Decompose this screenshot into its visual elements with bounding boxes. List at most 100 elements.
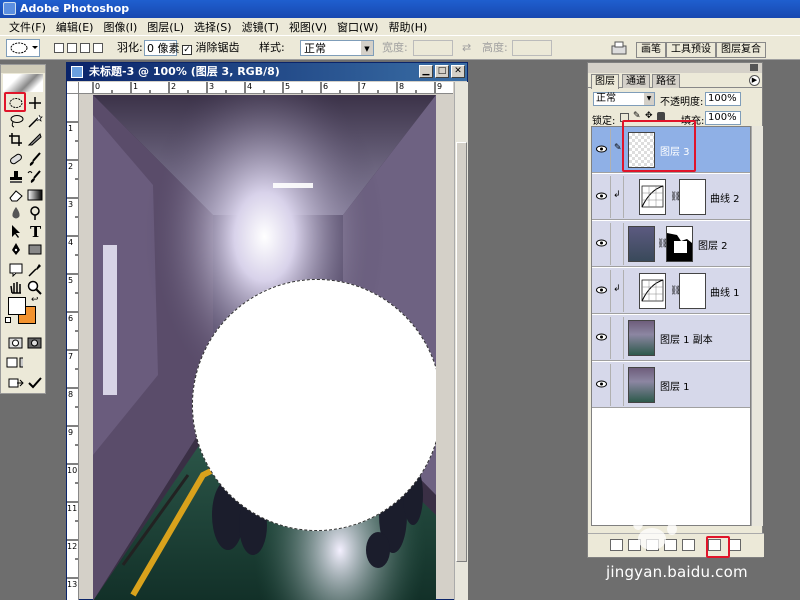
menu-layer[interactable]: 图层(L) [142,19,189,35]
curves-thumbnail [639,179,666,215]
link-slot[interactable] [610,317,624,359]
layers-palette-header[interactable] [588,63,762,73]
jump-to-imageready-button[interactable] [7,375,25,391]
layer-row[interactable]: 图层 1 [592,362,750,408]
crop-tool[interactable] [7,131,25,147]
menu-help[interactable]: 帮助(H) [383,19,432,35]
layer-row[interactable]: ⛓ 图层 2 [592,221,750,267]
link-slot[interactable]: ↲ [610,176,624,218]
pen-tool[interactable] [7,241,25,257]
eye-icon[interactable] [596,239,607,247]
document-vertical-scrollbar[interactable] [454,82,468,600]
layer-row[interactable]: ↲ ⛓ 曲线 1 [592,268,750,314]
eye-icon[interactable] [596,380,607,388]
brush-tool[interactable] [26,151,44,167]
clip-arrow-icon: ↲ [613,190,621,200]
link-slot[interactable]: ↲ [610,270,624,312]
menu-edit[interactable]: 编辑(E) [51,19,99,35]
ruler-origin[interactable] [67,82,79,94]
ruler-label: 1 [68,124,74,133]
menu-window[interactable]: 窗口(W) [332,19,383,35]
antialias-checkbox[interactable]: ✓ 消除锯齿 [182,40,240,56]
palette-tab-layer-comps[interactable]: 图层复合 [716,42,766,58]
hand-tool[interactable] [7,279,25,295]
photoshop-app-icon [3,2,16,15]
bandage-icon [10,153,22,165]
eye-icon[interactable] [596,145,607,153]
menu-bar: 文件(F) 编辑(E) 图像(I) 图层(L) 选择(S) 滤镜(T) 视图(V… [0,18,800,35]
slice-tool[interactable] [26,131,44,147]
menu-image[interactable]: 图像(I) [98,19,142,35]
intersect-selection-icon[interactable] [93,43,103,53]
shape-tool[interactable] [26,241,44,257]
toolbox-grip[interactable] [1,65,45,73]
eyedropper-tool[interactable] [26,261,44,277]
mask-thumbnail [666,226,693,262]
blend-mode-select[interactable]: 正常 ▼ [593,92,655,106]
quick-mask-button[interactable] [26,335,44,351]
menu-select[interactable]: 选择(S) [189,19,237,35]
healing-brush-tool[interactable] [7,151,25,167]
blur-tool[interactable] [7,205,25,221]
layer-row[interactable]: 图层 1 副本 [592,315,750,361]
type-tool[interactable]: T [26,223,44,241]
selected-layer-highlight [622,120,696,172]
tab-channels[interactable]: 通道 [622,74,650,88]
palette-menu-icon[interactable]: ▶ [749,75,760,86]
style-select-value: 正常 [304,42,326,55]
layers-scrollbar[interactable] [751,126,763,526]
palette-close-icon[interactable] [750,64,758,71]
notes-tool[interactable] [7,261,25,278]
new-selection-icon[interactable] [54,43,64,53]
menu-view[interactable]: 视图(V) [284,19,332,35]
palette-tab-tool-presets[interactable]: 工具预设 [666,42,716,58]
tab-paths[interactable]: 路径 [652,74,680,88]
lasso-tool[interactable] [7,113,25,129]
minimize-button[interactable]: ▁ [419,65,433,78]
scrollbar-thumb[interactable] [456,142,467,562]
link-slot[interactable] [610,364,624,406]
default-colors-icon[interactable] [5,317,11,323]
document-title-bar[interactable]: 未标题-3 @ 100% (图层 3, RGB/8) ▁ □ ✕ [67,63,467,81]
brush-icon: ✎ [614,143,622,153]
eye-icon[interactable] [596,192,607,200]
add-selection-icon[interactable] [67,43,77,53]
clone-stamp-tool[interactable] [7,169,25,185]
layer-row[interactable]: ↲ ⛓ 曲线 2 [592,174,750,220]
history-brush-tool[interactable] [26,169,44,185]
ruler-label: 12 [67,542,78,551]
menu-file[interactable]: 文件(F) [4,19,51,35]
gradient-tool[interactable] [26,187,44,203]
eye-icon[interactable] [596,286,607,294]
eye-icon[interactable] [596,333,607,341]
palette-tab-brushes[interactable]: 画笔 [636,42,666,58]
swap-colors-icon[interactable]: ↩ [31,295,39,305]
path-selection-tool[interactable] [7,223,25,239]
mask-shape [667,233,692,261]
tab-layers[interactable]: 图层 [591,74,619,89]
tool-preset-picker[interactable] [6,39,40,57]
dodge-tool[interactable] [26,205,44,221]
magic-wand-tool[interactable] [26,113,44,129]
style-select[interactable]: 正常 ▼ [300,40,374,56]
foreground-color-swatch[interactable] [8,297,26,315]
standard-mode-button[interactable] [7,335,25,351]
close-button[interactable]: ✕ [451,65,465,78]
zoom-tool[interactable] [26,279,44,295]
feather-input[interactable]: 0 像素 [144,40,180,56]
link-slot[interactable] [610,223,624,265]
vertical-ruler[interactable]: 1 2 3 4 5 6 7 8 9 10 11 12 13 [67,94,79,600]
subtract-selection-icon[interactable] [80,43,90,53]
eraser-tool[interactable] [7,187,25,203]
file-browser-icon[interactable] [610,40,628,56]
screen-modes[interactable] [5,355,45,371]
ruler-label: 7 [361,82,367,91]
opacity-input[interactable]: 100% [705,92,741,106]
maximize-button[interactable]: □ [435,65,449,78]
menu-filter[interactable]: 滤镜(T) [237,19,284,35]
fill-input[interactable]: 100% [705,111,741,125]
horizontal-ruler[interactable]: 0 1 2 3 4 5 6 7 8 9 [79,82,453,94]
swap-icon: ⇄ [462,41,472,54]
move-tool[interactable] [26,95,44,111]
image-canvas[interactable] [93,95,436,600]
